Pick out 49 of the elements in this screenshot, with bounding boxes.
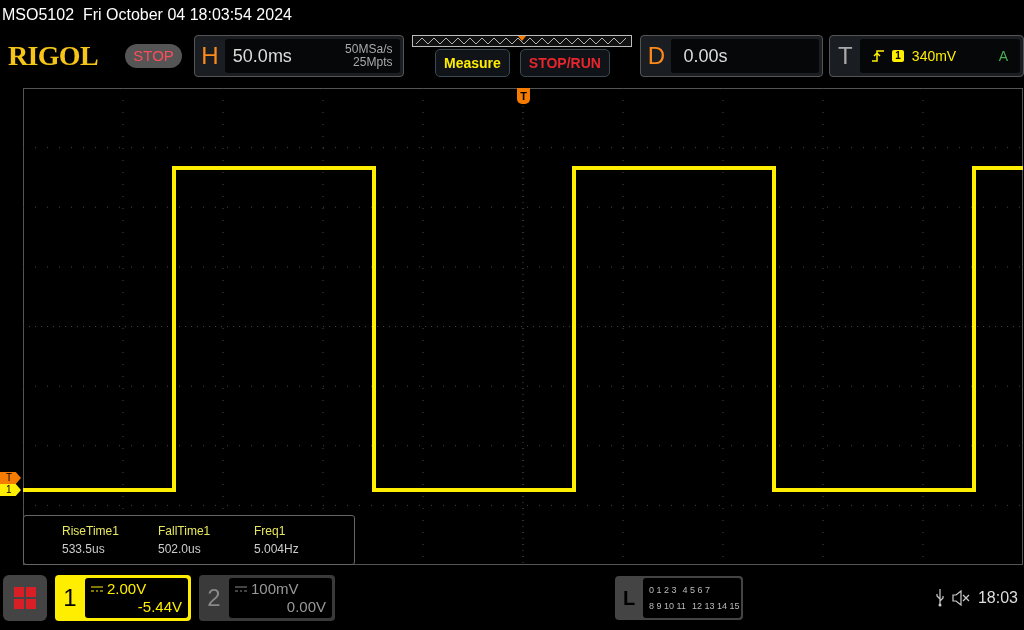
- trigger-panel[interactable]: T 1 340mV A: [829, 35, 1024, 77]
- measurement-name: FallTime1: [158, 523, 212, 540]
- rising-edge-icon: [872, 50, 885, 62]
- channel-scale: 2.00V: [107, 579, 147, 598]
- clock-time: 18:03: [977, 587, 1018, 608]
- channel-number: 2: [206, 582, 222, 613]
- trigger-position-marker[interactable]: T: [517, 88, 530, 104]
- measurement-name: Freq1: [254, 523, 287, 540]
- logic-channel-numbers: 12 13 14 15: [691, 599, 740, 613]
- logic-label: L: [621, 585, 637, 611]
- trigger-mode: A: [998, 46, 1008, 66]
- delay-value: 0.00s: [683, 44, 728, 68]
- window-title: MSO5102 Fri October 04 18:03:54 2024: [2, 5, 292, 25]
- dc-coupling-icon: [235, 585, 247, 592]
- delay-panel[interactable]: D 0.00s: [640, 35, 824, 77]
- channel-panel[interactable]: 1 2.00V -5.44V: [55, 574, 191, 621]
- channel-offset: 0.00V: [285, 597, 326, 616]
- trigger-level: 340mV: [911, 46, 957, 66]
- measure-button[interactable]: Measure: [435, 49, 510, 77]
- sample-rate: 50MSa/s: [345, 43, 393, 56]
- level-marker[interactable]: T: [0, 472, 21, 484]
- delay-label: D: [646, 41, 667, 71]
- channel-panel[interactable]: 2 100mV 0.00V: [199, 574, 335, 621]
- trigger-source: 1: [892, 50, 904, 62]
- level-marker[interactable]: 1: [0, 484, 21, 496]
- grid-menu-icon: [14, 586, 36, 609]
- logo: RIGOL: [8, 42, 99, 70]
- run-state-indicator: STOP: [125, 43, 182, 69]
- logic-channel-numbers: 4 5 6 7: [682, 583, 711, 597]
- usb-icon: [935, 588, 944, 607]
- logic-channel-numbers: 0 1 2 3: [649, 583, 677, 597]
- muted-speaker-icon: [951, 589, 970, 606]
- logic-channel-numbers: 8 9 10 11: [649, 599, 686, 613]
- logic-panel[interactable]: L 0 1 2 3 4 5 6 7 8 9 10 11 12 13 14 15: [615, 575, 743, 620]
- trigger-label: T: [836, 41, 854, 71]
- timebase-value: 50.0ms: [232, 44, 292, 68]
- measurement-value: 533.5us: [62, 541, 106, 558]
- channel-offset: -5.44V: [136, 597, 182, 616]
- measurement-value: 502.0us: [158, 541, 202, 558]
- channel-number: 1: [62, 582, 78, 613]
- memory-depth: 25Mpts: [353, 56, 393, 69]
- horizontal-panel[interactable]: H 50.0ms 50MSa/s 25Mpts: [193, 35, 405, 77]
- stop-run-button[interactable]: STOP/RUN: [519, 49, 610, 77]
- horizontal-label: H: [200, 41, 220, 71]
- channel-scale: 100mV: [251, 579, 299, 598]
- measurement-name: RiseTime1: [62, 523, 120, 540]
- menu-button[interactable]: [3, 574, 47, 621]
- dc-coupling-icon: [91, 585, 103, 592]
- measurement-value: 5.004Hz: [254, 541, 300, 558]
